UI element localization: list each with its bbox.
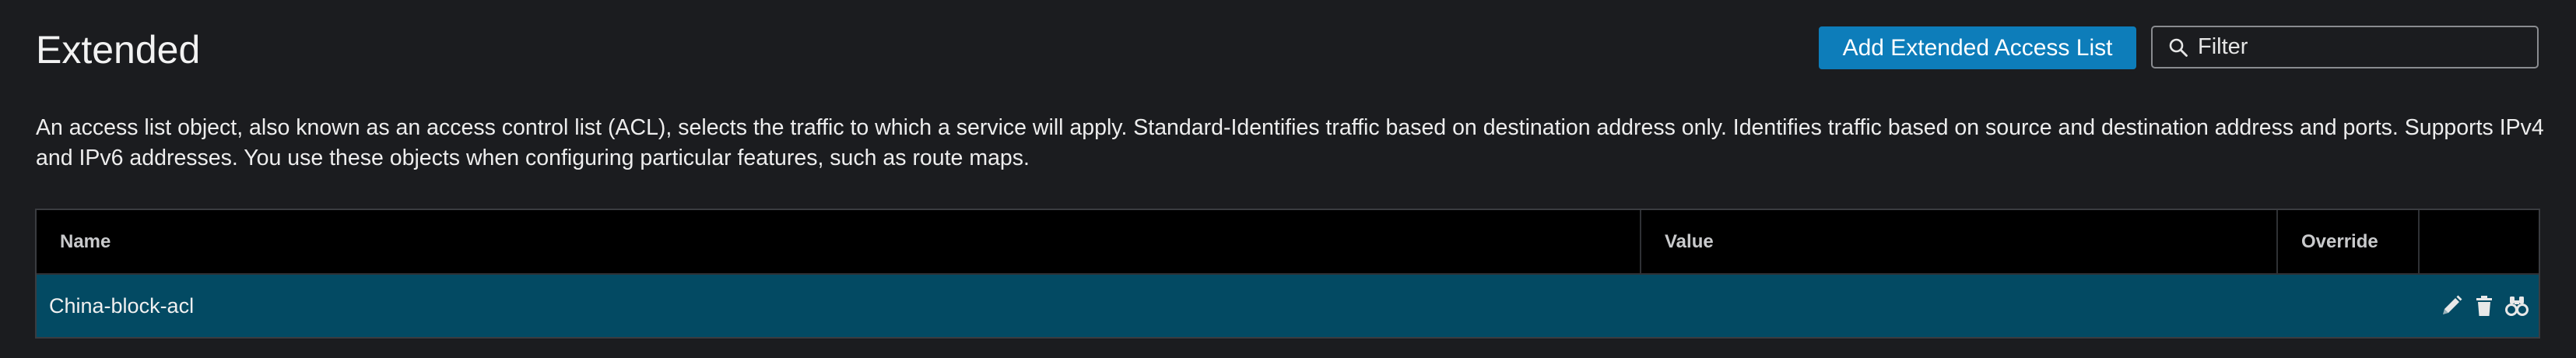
page-title: Extended (36, 28, 201, 72)
filter-input[interactable] (2198, 34, 2537, 60)
column-header-override[interactable]: Override (2278, 210, 2420, 273)
search-icon (2165, 34, 2192, 61)
row-actions (2439, 275, 2529, 337)
column-header-actions (2420, 210, 2539, 273)
usage-binoculars-icon[interactable] (2504, 293, 2529, 318)
column-header-value[interactable]: Value (1641, 210, 2278, 273)
access-list-table: Name Value Override China-block-acl (35, 209, 2540, 339)
row-name: China-block-acl (49, 293, 195, 318)
column-header-name[interactable]: Name (37, 210, 1641, 273)
edit-icon[interactable] (2439, 293, 2464, 318)
description-text: An access list object, also known as an … (36, 115, 2544, 170)
filter-field[interactable] (2151, 26, 2539, 68)
table-header: Name Value Override (37, 210, 2539, 275)
delete-icon[interactable] (2472, 293, 2497, 318)
add-extended-access-list-button[interactable]: Add Extended Access List (1819, 26, 2136, 69)
table-row[interactable]: China-block-acl (37, 275, 2539, 337)
